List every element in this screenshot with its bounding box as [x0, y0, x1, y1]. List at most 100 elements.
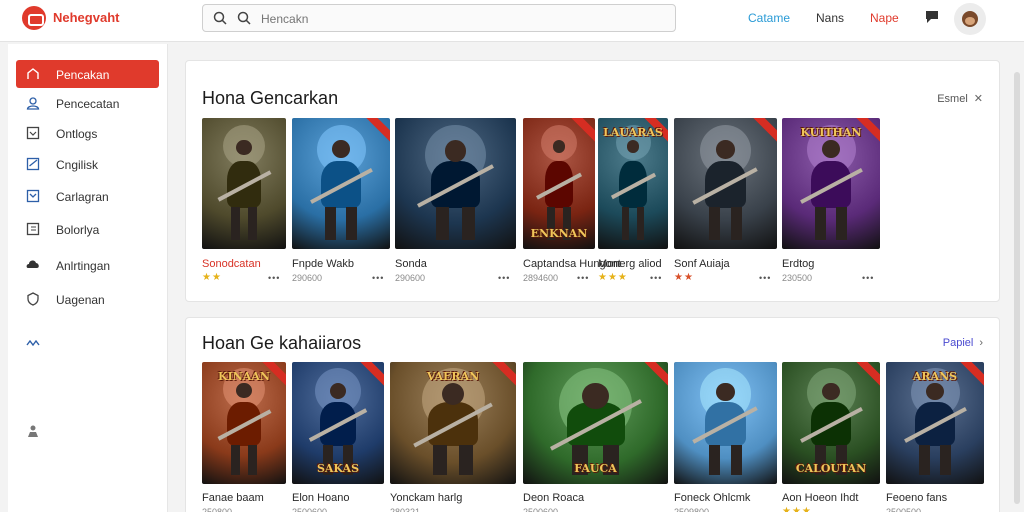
logo-icon[interactable]: [22, 6, 46, 30]
search-box[interactable]: [202, 4, 676, 32]
game-meta: 2509800: [674, 507, 710, 512]
game-title[interactable]: Deon Roaca: [523, 492, 584, 504]
card-art-hero-leg: [461, 207, 475, 240]
card-art-hero-head: [822, 140, 840, 158]
game-thumbnail[interactable]: [674, 362, 777, 484]
section-see-all-link[interactable]: Papiel ›: [943, 337, 983, 349]
sidebar-item-bolorlya[interactable]: Bolorlya: [16, 215, 159, 243]
card-art-hero-leg: [815, 207, 827, 240]
game-title[interactable]: Sonodcatan: [202, 258, 261, 270]
game-meta: 2500600: [523, 507, 559, 512]
more-options-icon[interactable]: •••: [498, 273, 510, 283]
nav-link-nans[interactable]: Nans: [816, 11, 844, 25]
card-art-hero-leg: [345, 207, 357, 240]
game-thumbnail[interactable]: [395, 118, 516, 249]
game-meta: 250800: [202, 507, 233, 512]
rating-stars: ★★★: [598, 272, 628, 283]
more-options-icon[interactable]: •••: [268, 273, 280, 283]
section-hona-gencarkan: Hona Gencarkan Esmel ✕ Sonodcatan ★★ ••• Fnp…: [185, 60, 1000, 302]
chat-bubble-icon[interactable]: [924, 10, 940, 24]
game-thumbnail[interactable]: KUITHAN: [782, 118, 880, 249]
game-thumbnail[interactable]: ENKNAN: [523, 118, 595, 249]
section-title: Hoan Ge kahaiiaros: [202, 333, 362, 353]
card-art-hero-leg: [230, 444, 240, 476]
wave-icon[interactable]: [26, 340, 40, 346]
game-thumbnail[interactable]: [674, 118, 777, 249]
search-icon-secondary[interactable]: [237, 11, 251, 25]
user-icon: [26, 97, 40, 110]
game-thumbnail[interactable]: KINAAN: [202, 362, 286, 484]
rating-stars: ★★: [202, 272, 222, 283]
game-thumbnail[interactable]: [202, 118, 286, 249]
card-art-hero-leg: [325, 207, 337, 240]
game-meta: 290600: [292, 273, 323, 283]
game-title[interactable]: Sonf Auiaja: [674, 258, 730, 270]
rating-stars: ★★: [674, 272, 694, 283]
game-title[interactable]: Erdtog: [782, 258, 814, 270]
more-options-icon[interactable]: •••: [650, 273, 662, 283]
card-art-hero-leg: [248, 207, 258, 240]
game-meta: 290600: [395, 273, 426, 283]
card-art-hero-head: [926, 382, 944, 401]
card-art-hero-leg: [248, 444, 258, 476]
chevron-right-icon[interactable]: ›: [979, 337, 983, 349]
nav-link-nape[interactable]: Nape: [870, 11, 899, 25]
sidebar-item-label: Cngilisk: [56, 158, 99, 172]
game-thumbnail-logo: ENKNAN: [530, 227, 588, 240]
section-link-label: Papiel: [942, 337, 974, 349]
sidebar-item-carlagran[interactable]: Carlagran: [16, 182, 159, 210]
game-title[interactable]: Feoeno fans: [886, 492, 947, 504]
game-title[interactable]: Yonckam harlg: [390, 492, 462, 504]
game-title[interactable]: Fanae baam: [202, 492, 264, 504]
card-art-hero-leg: [939, 444, 951, 476]
check-box-icon: [26, 189, 40, 203]
game-title[interactable]: Elon Hoano: [292, 492, 350, 504]
nav-link-catame[interactable]: Catame: [748, 11, 790, 25]
page-scrollbar[interactable]: [1014, 72, 1020, 504]
section-hoan-ge-kahaiiaros: Hoan Ge kahaiiaros Papiel › KINAAN Fanae b…: [185, 317, 1000, 512]
more-options-icon[interactable]: •••: [372, 273, 384, 283]
card-art-hero-leg: [459, 444, 474, 476]
search-icon[interactable]: [213, 11, 227, 25]
game-thumbnail-logo: VAERAN: [426, 370, 480, 383]
game-thumbnail[interactable]: VAERAN: [390, 362, 516, 484]
game-title[interactable]: Foneck Ohlcmk: [674, 492, 750, 504]
more-options-icon[interactable]: •••: [577, 273, 589, 283]
game-thumbnail-logo: KINAAN: [218, 370, 270, 383]
avatar-face: [962, 11, 978, 27]
person-icon[interactable]: [26, 424, 40, 438]
search-input[interactable]: [261, 10, 661, 28]
sidebar-item-label: Pencecatan: [56, 97, 120, 111]
game-thumbnail[interactable]: CALOUTAN: [782, 362, 880, 484]
game-thumbnail[interactable]: SAKAS: [292, 362, 384, 484]
sidebar-item-pencecatan[interactable]: Pencecatan: [16, 89, 159, 117]
section-see-all-link[interactable]: Esmel ✕: [937, 92, 983, 105]
brand-name[interactable]: Nehegvaht: [53, 10, 119, 25]
box-icon: [26, 126, 40, 140]
close-icon[interactable]: ✕: [974, 93, 983, 105]
game-title[interactable]: Aon Hoeon Ihdt: [782, 492, 858, 504]
game-title[interactable]: Monerg aliod: [598, 258, 662, 270]
card-art-hero-leg: [436, 207, 450, 240]
sidebar-item-ontlogs[interactable]: Ontlogs: [16, 119, 159, 147]
game-thumbnail[interactable]: [292, 118, 390, 249]
sidebar-item-cngilisk[interactable]: Cngilisk: [16, 150, 159, 178]
sidebar-item-label: Pencakan: [56, 68, 110, 82]
card-art-hero-head: [626, 140, 640, 153]
avatar[interactable]: [954, 3, 986, 35]
sidebar-item-label: Uagenan: [56, 293, 105, 307]
game-title[interactable]: Fnpde Wakb: [292, 258, 354, 270]
game-thumbnail-logo: ARANS: [912, 370, 958, 383]
more-options-icon[interactable]: •••: [862, 273, 874, 283]
game-thumbnail[interactable]: ARANS: [886, 362, 984, 484]
card-art-hero-leg: [709, 207, 721, 240]
sidebar-item-anlrtingan[interactable]: Anlrtingan: [16, 251, 159, 279]
card-art-hero-leg: [919, 444, 931, 476]
sidebar-item-uagenan[interactable]: Uagenan: [16, 285, 159, 313]
card-art-hero-head: [236, 382, 252, 398]
more-options-icon[interactable]: •••: [759, 273, 771, 283]
game-thumbnail[interactable]: LAUARAS: [598, 118, 668, 249]
game-thumbnail[interactable]: FAUCA: [523, 362, 668, 484]
sidebar-item-pencakan[interactable]: Pencakan: [16, 60, 159, 88]
game-title[interactable]: Sonda: [395, 258, 427, 270]
